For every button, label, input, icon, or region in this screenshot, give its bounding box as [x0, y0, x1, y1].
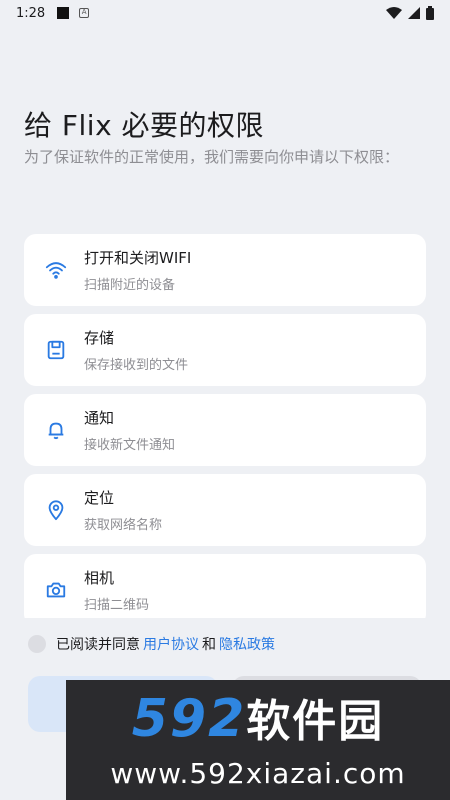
camera-icon	[44, 578, 68, 602]
agreement-and: 和	[202, 637, 216, 653]
status-right-icons	[386, 6, 434, 20]
agreement-row: 已阅读并同意 用户协议 和 隐私政策	[28, 634, 278, 654]
wifi-signal-icon	[386, 7, 402, 19]
permission-desc: 获取网络名称	[84, 518, 163, 533]
storage-icon	[44, 338, 68, 362]
watermark-brand: 软件园	[246, 696, 385, 747]
agree-checkbox[interactable]	[28, 635, 46, 653]
permission-title: 通知	[84, 409, 115, 427]
page-title: 给 Flix 必要的权限	[24, 109, 265, 142]
wifi-icon	[44, 258, 68, 282]
notification-square-icon	[57, 7, 70, 19]
privacy-policy-link[interactable]: 隐私政策	[219, 634, 275, 654]
user-agreement-link[interactable]: 用户协议	[143, 634, 199, 654]
permission-desc: 扫描二维码	[84, 598, 150, 613]
battery-icon	[426, 6, 434, 20]
cell-signal-icon	[408, 7, 420, 19]
permission-desc: 扫描附近的设备	[84, 278, 176, 293]
bell-icon	[44, 418, 68, 442]
permission-item-storage[interactable]: 存储 保存接收到的文件	[24, 314, 426, 386]
status-time: 1:28	[16, 5, 46, 21]
permission-title: 相机	[84, 569, 115, 587]
permission-title: 打开和关闭WIFI	[84, 249, 192, 267]
watermark-logo: 592软件园	[132, 690, 385, 751]
permission-desc: 保存接收到的文件	[84, 358, 189, 373]
watermark-number: 592	[131, 689, 247, 749]
status-bar: 1:28 A	[0, 0, 450, 26]
location-pin-icon	[44, 498, 68, 522]
permission-desc: 接收新文件通知	[84, 438, 176, 453]
permission-title: 存储	[84, 329, 115, 347]
permission-item-wifi[interactable]: 打开和关闭WIFI 扫描附近的设备	[24, 234, 426, 306]
permission-list: 打开和关闭WIFI 扫描附近的设备 存储 保存接收到的文件 通知 接收新文件通知	[24, 234, 426, 618]
permission-item-notification[interactable]: 通知 接收新文件通知	[24, 394, 426, 466]
permission-title: 定位	[84, 489, 115, 507]
page-subtitle: 为了保证软件的正常使用，我们需要向你申请以下权限：	[24, 148, 400, 166]
permission-item-camera[interactable]: 相机 扫描二维码	[24, 554, 426, 618]
notification-a-icon: A	[79, 8, 90, 18]
permission-item-location[interactable]: 定位 获取网络名称	[24, 474, 426, 546]
watermark-banner: 592软件园 www.592xiazai.com	[66, 680, 450, 800]
watermark-url: www.592xiazai.com	[110, 757, 406, 790]
agreement-prefix: 已阅读并同意	[56, 637, 140, 653]
